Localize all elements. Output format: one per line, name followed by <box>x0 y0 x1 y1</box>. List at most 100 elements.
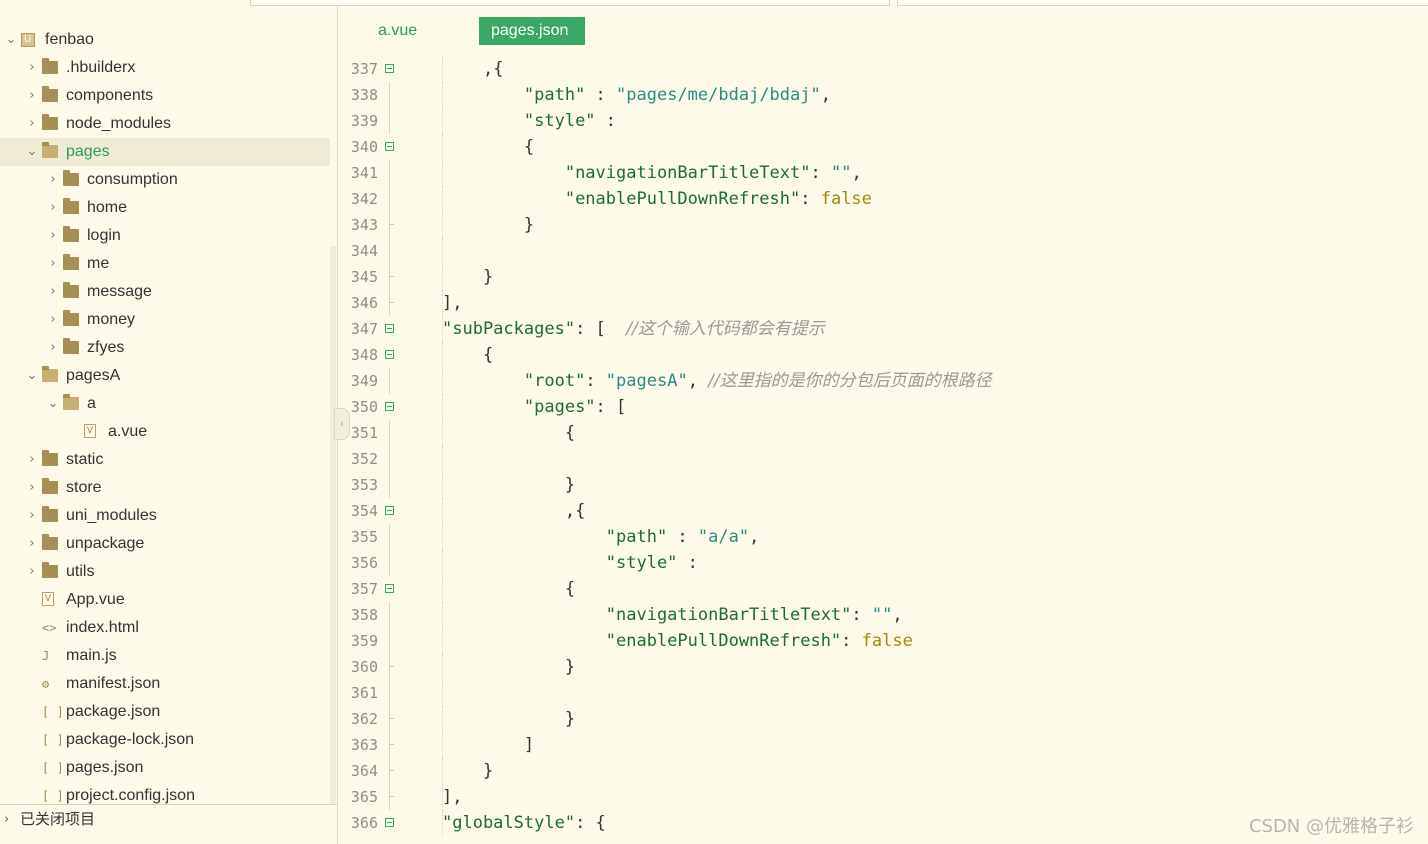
code-line[interactable]: 359 "enablePullDownRefresh": false <box>338 628 1428 654</box>
code-area[interactable]: 337 ,{338 "path" : "pages/me/bdaj/bdaj",… <box>338 56 1428 836</box>
tree-item-label: pages <box>66 143 110 160</box>
code-line[interactable]: 348 { <box>338 342 1428 368</box>
tree-item-pages-json[interactable]: [ ] pages.json <box>0 754 330 782</box>
code-line[interactable]: 365], <box>338 784 1428 810</box>
tree-item-node-modules[interactable]: › node_modules <box>0 110 330 138</box>
fold-toggle-icon[interactable] <box>385 402 394 411</box>
code-line[interactable]: 361 <box>338 680 1428 706</box>
closed-projects-section[interactable]: › 已关闭项目 <box>0 804 337 835</box>
tree-item-index-html[interactable]: <> index.html <box>0 614 330 642</box>
code-line[interactable]: 354 ,{ <box>338 498 1428 524</box>
tree-item-package-json[interactable]: [ ] package.json <box>0 698 330 726</box>
code-line[interactable]: 360 } <box>338 654 1428 680</box>
chevron-right-icon[interactable]: › <box>25 502 39 530</box>
fold-toggle-icon[interactable] <box>385 324 394 333</box>
fold-guide <box>389 732 390 758</box>
tree-item-pages[interactable]: ⌄ pages <box>0 138 330 166</box>
tree-item-static[interactable]: › static <box>0 446 330 474</box>
code-line[interactable]: 339 "style" : <box>338 108 1428 134</box>
tree-item--hbuilderx[interactable]: › .hbuilderx <box>0 54 330 82</box>
chevron-right-icon[interactable]: › <box>25 558 39 586</box>
chevron-right-icon[interactable]: › <box>25 110 39 138</box>
tree-item-app-vue[interactable]: V App.vue <box>0 586 330 614</box>
tab-a-vue[interactable]: a.vue <box>366 17 429 45</box>
tree-item-manifest-json[interactable]: ⚙ manifest.json <box>0 670 330 698</box>
code-token: : <box>667 527 698 547</box>
watermark: CSDN @优雅格子衫 <box>1248 816 1414 837</box>
fold-toggle-icon[interactable] <box>385 584 394 593</box>
chevron-right-icon[interactable]: › <box>25 54 39 82</box>
chevron-down-icon[interactable]: ⌄ <box>46 390 60 418</box>
code-line[interactable]: 364 } <box>338 758 1428 784</box>
code-line[interactable]: 346], <box>338 290 1428 316</box>
fold-toggle-icon[interactable] <box>385 142 394 151</box>
code-line[interactable]: 355 "path" : "a/a", <box>338 524 1428 550</box>
tab-pages-json[interactable]: pages.json <box>479 17 585 45</box>
fold-toggle-icon[interactable] <box>385 350 394 359</box>
code-line[interactable]: 362 } <box>338 706 1428 732</box>
chevron-right-icon[interactable]: › <box>46 250 60 278</box>
code-line[interactable]: 338 "path" : "pages/me/bdaj/bdaj", <box>338 82 1428 108</box>
chevron-right-icon[interactable]: › <box>46 278 60 306</box>
tree-item-home[interactable]: › home <box>0 194 330 222</box>
fold-guide <box>389 212 390 238</box>
chevron-down-icon[interactable]: ⌄ <box>4 26 18 54</box>
fold-toggle-icon[interactable] <box>385 506 394 515</box>
code-line[interactable]: 341 "navigationBarTitleText": "", <box>338 160 1428 186</box>
tree-item-fenbao[interactable]: ⌄ fenbao <box>0 26 330 54</box>
tree-item-package-lock-json[interactable]: [ ] package-lock.json <box>0 726 330 754</box>
tree-item-message[interactable]: › message <box>0 278 330 306</box>
chevron-right-icon[interactable]: › <box>46 194 60 222</box>
code-line[interactable]: 352 <box>338 446 1428 472</box>
line-number: 357 <box>350 580 378 598</box>
tree-item-zfyes[interactable]: › zfyes <box>0 334 330 362</box>
fold-toggle-icon[interactable] <box>385 818 394 827</box>
code-line[interactable]: 358 "navigationBarTitleText": "", <box>338 602 1428 628</box>
tree-item-utils[interactable]: › utils <box>0 558 330 586</box>
tree-item-money[interactable]: › money <box>0 306 330 334</box>
code-token: "globalStyle" <box>442 813 576 833</box>
tree-item-unpackage[interactable]: › unpackage <box>0 530 330 558</box>
code-line[interactable]: 342 "enablePullDownRefresh": false <box>338 186 1428 212</box>
tree-item-store[interactable]: › store <box>0 474 330 502</box>
chevron-down-icon[interactable]: ⌄ <box>25 362 39 390</box>
code-line[interactable]: 350 "pages": [ <box>338 394 1428 420</box>
code-line[interactable]: 351 { <box>338 420 1428 446</box>
folder-icon <box>63 338 79 354</box>
chevron-right-icon[interactable]: › <box>46 306 60 334</box>
tree-item-main-js[interactable]: Jmain.js <box>0 642 330 670</box>
code-line[interactable]: 345 } <box>338 264 1428 290</box>
code-line[interactable]: 363 ] <box>338 732 1428 758</box>
code-line[interactable]: 349 "root": "pagesA", //这里指的是你的分包后页面的根路径 <box>338 368 1428 394</box>
sidebar-scrollbar[interactable] <box>330 246 336 806</box>
tree-item-uni-modules[interactable]: › uni_modules <box>0 502 330 530</box>
tree-item-consumption[interactable]: › consumption <box>0 166 330 194</box>
chevron-right-icon[interactable]: › <box>25 446 39 474</box>
code-line[interactable]: 340 { <box>338 134 1428 160</box>
chevron-right-icon[interactable]: › <box>46 334 60 362</box>
code-line[interactable]: 356 "style" : <box>338 550 1428 576</box>
tree-item-me[interactable]: › me <box>0 250 330 278</box>
tree-item-pagesa[interactable]: ⌄ pagesA <box>0 362 330 390</box>
code-line[interactable]: 353 } <box>338 472 1428 498</box>
code-line[interactable]: 357 { <box>338 576 1428 602</box>
tree-item-components[interactable]: › components <box>0 82 330 110</box>
tree-item-a[interactable]: ⌄ a <box>0 390 330 418</box>
code-token: "a/a" <box>697 527 750 547</box>
tree-item-a-vue[interactable]: Va.vue <box>0 418 330 446</box>
code-line[interactable]: 344 <box>338 238 1428 264</box>
code-line[interactable]: 337 ,{ <box>338 56 1428 82</box>
chevron-right-icon[interactable]: › <box>46 166 60 194</box>
fold-toggle-icon[interactable] <box>385 64 394 73</box>
tree-item-login[interactable]: › login <box>0 222 330 250</box>
chevron-right-icon[interactable]: › <box>25 82 39 110</box>
chevron-right-icon[interactable]: › <box>25 530 39 558</box>
chevron-right-icon[interactable]: › <box>46 222 60 250</box>
collapse-sidebar-button[interactable]: ‹ <box>334 408 350 440</box>
chevron-down-icon[interactable]: ⌄ <box>25 138 39 166</box>
code-editor[interactable]: a.vue pages.json 337 ,{338 "path" : "pag… <box>338 6 1428 844</box>
chevron-right-icon[interactable]: › <box>25 474 39 502</box>
code-token: : <box>585 371 606 391</box>
code-line[interactable]: 347 "subPackages": [ //这个输入代码都会有提示 <box>338 316 1428 342</box>
code-line[interactable]: 343 } <box>338 212 1428 238</box>
